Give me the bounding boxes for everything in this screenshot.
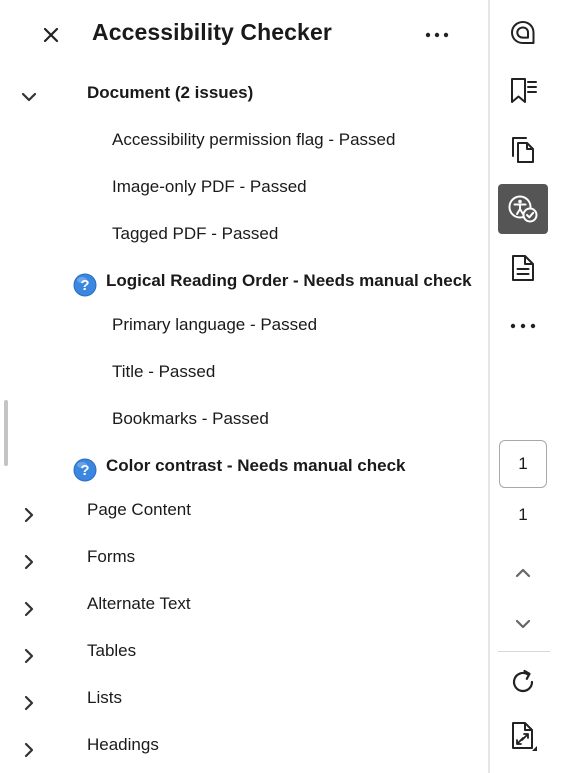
- tree-item-color-contrast[interactable]: Color contrast - Needs manual check: [106, 454, 405, 478]
- bookmarks-icon: [511, 78, 537, 103]
- tree-item-alternate-text[interactable]: Alternate Text: [87, 592, 191, 616]
- fit-page-button[interactable]: [498, 711, 548, 761]
- alternate-text-expand-toggle[interactable]: [19, 599, 39, 619]
- rail-separator: [498, 651, 550, 652]
- panel-title: Accessibility Checker: [92, 19, 332, 45]
- tree-item-accessibility-permission-flag[interactable]: Accessibility permission flag - Passed: [112, 128, 395, 152]
- close-icon: [43, 27, 59, 43]
- tree-item-page-content[interactable]: Page Content: [87, 498, 191, 522]
- chevron-right-icon: [24, 601, 34, 617]
- svg-text:?: ?: [80, 462, 89, 479]
- accessibility-checker-panel: Accessibility Checker Document (2 issues…: [0, 0, 488, 773]
- page-content-expand-toggle[interactable]: [19, 505, 39, 525]
- document-expand-toggle[interactable]: [19, 87, 39, 107]
- next-page-button[interactable]: [498, 599, 548, 649]
- more-tools-button[interactable]: [498, 301, 548, 351]
- document-properties-tool-button[interactable]: [498, 243, 548, 293]
- previous-page-button[interactable]: [498, 548, 548, 598]
- tables-expand-toggle[interactable]: [19, 646, 39, 666]
- close-button[interactable]: [38, 22, 64, 48]
- tree-item-lists[interactable]: Lists: [87, 686, 122, 710]
- comment-tool-button[interactable]: [498, 8, 548, 58]
- chevron-right-icon: [24, 695, 34, 711]
- accessibility-icon: [508, 195, 538, 223]
- tree-item-logical-reading-order[interactable]: Logical Reading Order - Needs manual che…: [106, 269, 472, 293]
- chevron-right-icon: [24, 742, 34, 758]
- tree-item-forms[interactable]: Forms: [87, 545, 135, 569]
- panel-scrollbar-thumb[interactable]: [4, 400, 8, 466]
- bookmarks-tool-button[interactable]: [498, 66, 548, 116]
- help-icon: ?: [73, 273, 97, 297]
- svg-text:?: ?: [80, 277, 89, 294]
- headings-expand-toggle[interactable]: [19, 740, 39, 760]
- help-icon: ?: [73, 458, 97, 482]
- page-number-input[interactable]: 1: [499, 440, 547, 488]
- right-tool-rail: 1 1: [490, 0, 561, 773]
- tree-item-tables[interactable]: Tables: [87, 639, 136, 663]
- fit-page-icon: [512, 722, 537, 751]
- more-options-button[interactable]: [420, 22, 454, 48]
- document-properties-icon: [512, 255, 534, 281]
- pages-tool-button[interactable]: [498, 125, 548, 175]
- tree-item-tagged-pdf[interactable]: Tagged PDF - Passed: [112, 222, 278, 246]
- more-horizontal-icon: [425, 32, 449, 38]
- chevron-right-icon: [24, 648, 34, 664]
- more-tools-icon: [510, 323, 536, 329]
- refresh-icon: [512, 669, 534, 693]
- tree-item-primary-language[interactable]: Primary language - Passed: [112, 313, 317, 337]
- chevron-down-icon: [21, 92, 37, 102]
- tree-item-bookmarks[interactable]: Bookmarks - Passed: [112, 407, 269, 431]
- page-total: 1: [518, 505, 528, 524]
- chevron-down-icon: [515, 619, 531, 629]
- tree-item-document[interactable]: Document (2 issues): [87, 81, 253, 105]
- forms-expand-toggle[interactable]: [19, 552, 39, 572]
- lists-expand-toggle[interactable]: [19, 693, 39, 713]
- comment-icon: [511, 21, 535, 44]
- tree-item-headings[interactable]: Headings: [87, 733, 159, 757]
- chevron-right-icon: [24, 507, 34, 523]
- tree-item-title[interactable]: Title - Passed: [112, 360, 215, 384]
- tree-item-image-only-pdf[interactable]: Image-only PDF - Passed: [112, 175, 307, 199]
- accessibility-tool-button[interactable]: [498, 184, 548, 234]
- chevron-up-icon: [515, 568, 531, 578]
- pages-icon: [512, 137, 534, 163]
- chevron-right-icon: [24, 554, 34, 570]
- refresh-button[interactable]: [498, 657, 548, 707]
